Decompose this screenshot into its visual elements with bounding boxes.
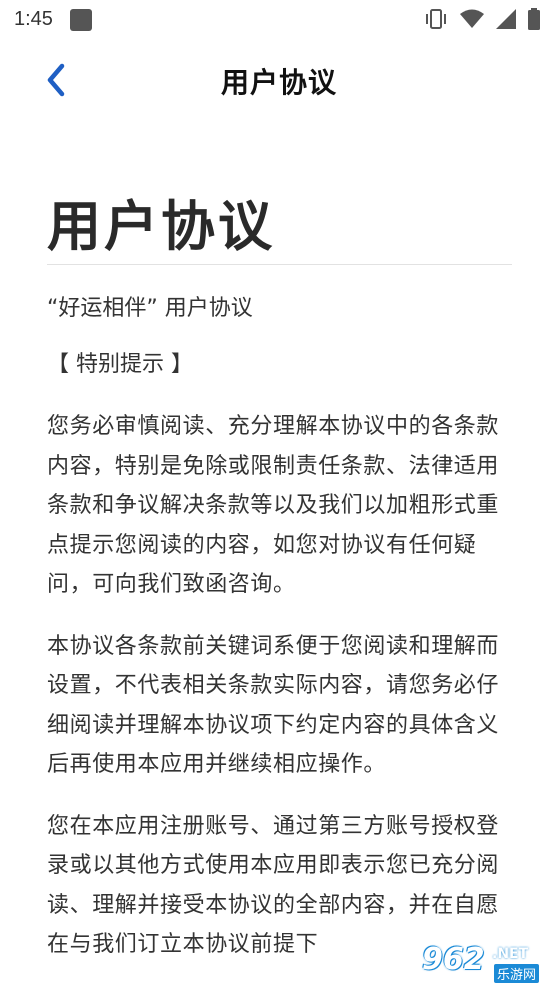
status-time: 1:45 (14, 8, 53, 30)
page-title: 用户协议 (220, 66, 337, 99)
watermark-domain: .NET (492, 946, 529, 962)
vibrate-icon (426, 9, 446, 29)
document-heading: 用户协议 (47, 192, 512, 265)
agreement-paragraph: 您务必审慎阅读、充分理解本协议中的各条款内容，特别是免除或限制责任条款、法律适用… (47, 414, 500, 597)
agreement-paragraph: 本协议各条款前关键词系便于您阅读和理解而设置，不代表相关条款实际内容，请您务必仔… (47, 633, 500, 778)
wifi-icon (460, 9, 484, 28)
agreement-content: 用户协议 “好运相伴” 用户协议 【 特别提示 】 您务必审慎阅读、充分理解本协… (47, 192, 512, 987)
notification-app-icon (70, 9, 92, 31)
nav-bar: 用户协议 (0, 44, 558, 118)
signal-icon (496, 9, 516, 29)
battery-icon (528, 8, 540, 30)
document-subtitle: “好运相伴” 用户协议 (47, 296, 253, 321)
site-watermark: 962 .NET 乐游网 (414, 942, 554, 986)
agreement-paragraph: 您在本应用注册账号、通过第三方账号授权登录或以其他方式使用本应用即表示您已充分阅… (47, 813, 500, 958)
watermark-number: 962 (422, 942, 485, 977)
status-icons (424, 8, 540, 30)
special-notice-label: 【 特别提示 】 (47, 352, 193, 377)
status-bar: 1:45 (0, 0, 558, 40)
watermark-site: 乐游网 (494, 964, 540, 983)
